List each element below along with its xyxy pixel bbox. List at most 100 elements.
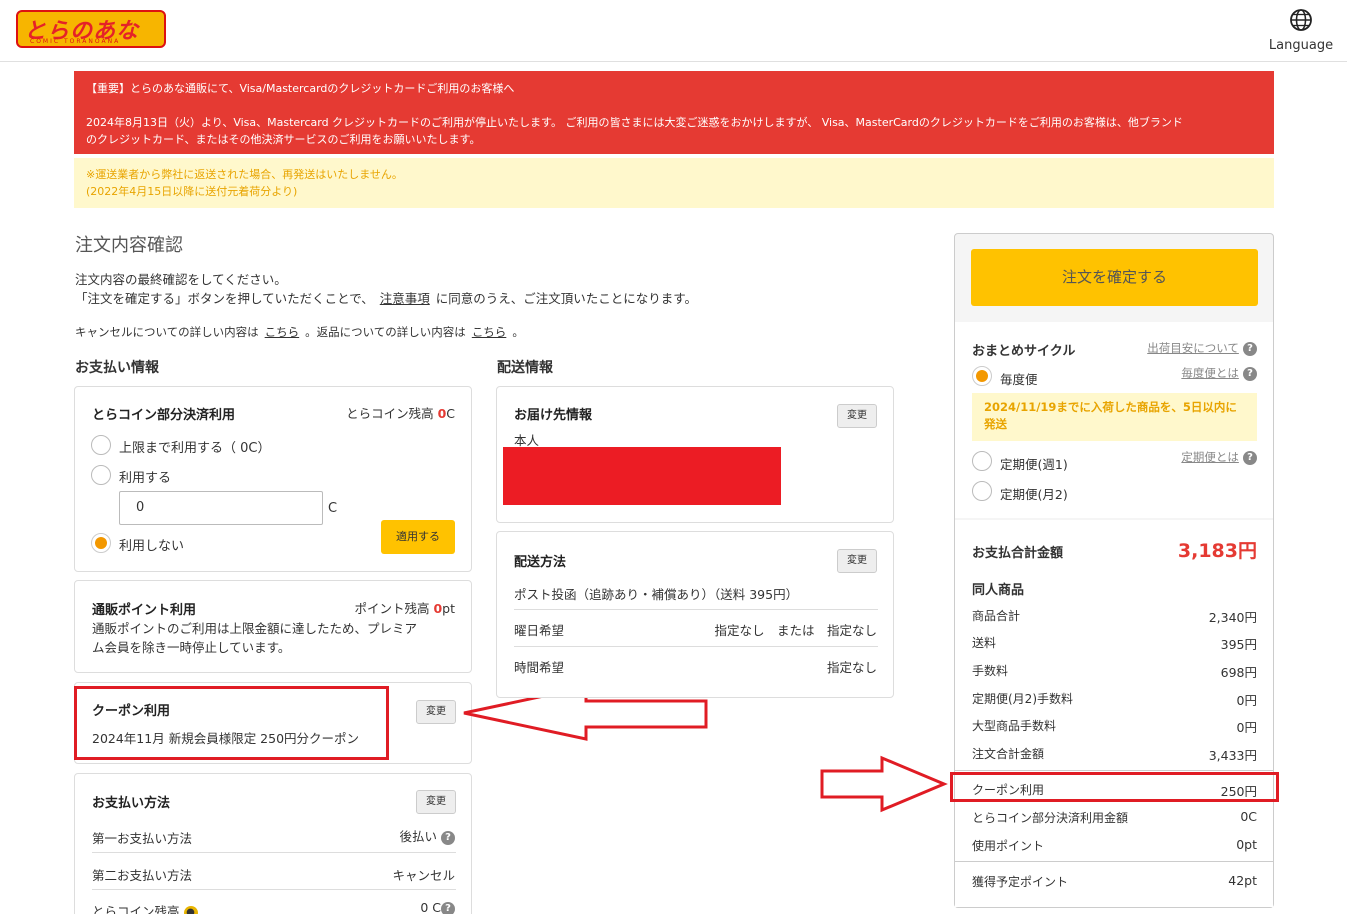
divider [955,861,1273,862]
toracoin-card: とらコイン部分決済利用 とらコイン残高 0C 上限まで利用する（ 0C） 利用す… [74,386,472,572]
cycle-title: おまとめサイクル [972,344,1076,359]
radio-each-delivery[interactable] [972,366,992,386]
cancel-text: キャンセルについての詳しい内容は [75,325,259,339]
payment-info-title: お支払い情報 [75,360,159,376]
balance-unit: pt [442,601,455,616]
radio-monthly[interactable] [972,481,992,501]
toracoin-usage-label: とらコイン部分決済利用金額 [972,811,1129,825]
delivery-method-value: ポスト投函（追跡あり・補償あり）（送料 395円） [514,587,799,602]
page-title: 注文内容確認 [75,235,183,256]
option-label: 上限まで利用する（ 0C） [119,441,271,456]
return-policy-link[interactable]: こちら [466,325,513,339]
second-payment-label: 第二お支払い方法 [92,868,193,883]
points-title: 通販ポイント利用 [92,603,197,618]
toracoin-balance-label: とらコイン残高 ● [92,901,198,914]
shipping-info-title: 配送情報 [497,360,553,376]
order-total-value: 3,433円 [1208,748,1257,763]
option-label: 利用する [119,471,172,486]
payment-method-title: お支払い方法 [92,796,171,811]
first-payment-label: 第一お支払い方法 [92,831,193,846]
language-button[interactable]: Language [1268,8,1334,53]
radio-use-max[interactable] [91,435,111,455]
help-icon[interactable]: ? [441,901,455,914]
intro-line: に同意のうえ、ご注文頂いたことになります。 [435,291,698,306]
divider [514,609,878,610]
intro-text: 注文内容の最終確認をしてください。 「注文を確定する」ボタンを押していただくこと… [75,270,697,308]
toracoin-amount-input[interactable]: 0 [119,491,323,525]
points-card: 通販ポイント利用 ポイント残高 0pt 通販ポイントのご利用は上限金額に達したた… [74,580,472,673]
points-used-label: 使用ポイント [972,839,1045,853]
time-value: 指定なし [826,660,877,675]
large-item-fee-value: 0円 [1236,720,1257,735]
coin-icon: ● [183,905,198,914]
notice-line: のクレジットカード、またはその他決済サービスのご利用をお願いいたします。 [86,133,481,146]
balance-label: ポイント残高 [354,601,430,616]
option-label: 利用しない [119,539,185,554]
delivery-method-change-button[interactable]: 変更 [837,549,877,573]
note-line: ム会員を除き一時停止しています。 [92,640,291,655]
subtotal-value: 2,340円 [1208,610,1257,625]
order-summary-sidebar: 注文を確定する おまとめサイクル 出荷目安について ? 毎度便 毎度便とは ? … [954,233,1274,908]
shipping-fee-value: 395円 [1220,637,1257,652]
weekly-label: 定期便(週1) [1000,457,1068,472]
link-text: 出荷目安について [1147,341,1239,355]
terms-link[interactable]: 注意事項 [374,291,436,306]
link-text: 毎度便とは [1181,366,1239,380]
toracoin-balance: とらコイン残高 0C [346,403,455,422]
note-line: 通販ポイントのご利用は上限金額に達したため、プレミア [92,621,418,636]
balance-unit: C [446,406,455,421]
help-icon[interactable]: ? [441,830,455,845]
total-label: お支払合計金額 [972,546,1064,561]
cancel-policy-link[interactable]: こちら [259,325,306,339]
intro-line: 「注文を確定する」ボタンを押していただくことで、 [75,291,374,306]
cancel-info: キャンセルについての詳しい内容は こちら 。返品についての詳しい内容は こちら。 [75,324,524,340]
toranoana-logo[interactable]: とらのあな COMIC TORANOANA [16,10,166,48]
radio-weekly[interactable] [972,451,992,471]
order-total-label: 注文合計金額 [972,747,1045,761]
payment-method-change-button[interactable]: 変更 [416,790,456,814]
radio-use-amount[interactable] [91,465,111,485]
regular-fee-value: 0円 [1236,693,1257,708]
regular-delivery-info-link[interactable]: 定期便とは ? [1181,449,1257,465]
earned-points-label: 獲得予定ポイント [972,875,1069,889]
notice-line: 【重要】とらのあな通販にて、Visa/Mastercardのクレジットカードご利… [86,82,515,95]
language-label: Language [1268,38,1334,53]
annotation-highlight-box [950,772,1279,802]
period: 。 [512,325,524,339]
row-label: とらコイン残高 [92,904,180,914]
address-change-button[interactable]: 変更 [837,404,877,428]
monthly-label: 定期便(月2) [1000,487,1068,502]
points-balance: ポイント残高 0pt [354,598,455,617]
help-icon: ? [1243,450,1257,465]
shipping-fee-label: 送料 [972,636,997,650]
radio-no-use[interactable] [91,533,111,553]
first-payment-value: 後払い ? [400,826,455,845]
annotation-highlight-box [74,686,389,760]
address-title: お届け先情報 [514,408,593,423]
divider [514,646,878,647]
confirm-order-button[interactable]: 注文を確定する [971,249,1258,306]
apply-button[interactable]: 適用する [381,520,455,554]
price-summary-panel: お支払合計金額 3,183円 同人商品 商品合計 2,340円 送料 395円 … [955,520,1273,907]
intro-line: 注文内容の最終確認をしてください。 [75,272,287,287]
help-icon: ? [1243,341,1257,356]
logo-subtext: COMIC TORANOANA [30,38,121,45]
return-text: 。返品についての詳しい内容は [305,325,466,339]
annotation-arrow-right [820,755,948,813]
points-used-value: 0pt [1236,837,1257,852]
total-value: 3,183円 [1177,540,1257,562]
regular-fee-label: 定期便(月2)手数料 [972,692,1073,706]
balance-value: 0 [433,601,443,616]
large-item-fee-label: 大型商品手数料 [972,719,1057,733]
input-value: 0 [136,500,145,515]
delivery-method-title: 配送方法 [514,555,567,570]
input-unit: C [328,501,338,516]
coupon-change-button[interactable]: 変更 [416,700,456,724]
payment-method-card: お支払い方法 変更 第一お支払い方法 後払い ? 第二お支払い方法 キャンセル … [74,773,472,914]
day-label: 曜日希望 [514,623,565,638]
toracoin-usage-value: 0C [1240,809,1257,824]
shipping-guide-link[interactable]: 出荷目安について ? [1147,340,1257,356]
subtotal-label: 商品合計 [972,609,1021,623]
divider [955,770,1273,771]
each-delivery-info-link[interactable]: 毎度便とは ? [1181,365,1257,381]
